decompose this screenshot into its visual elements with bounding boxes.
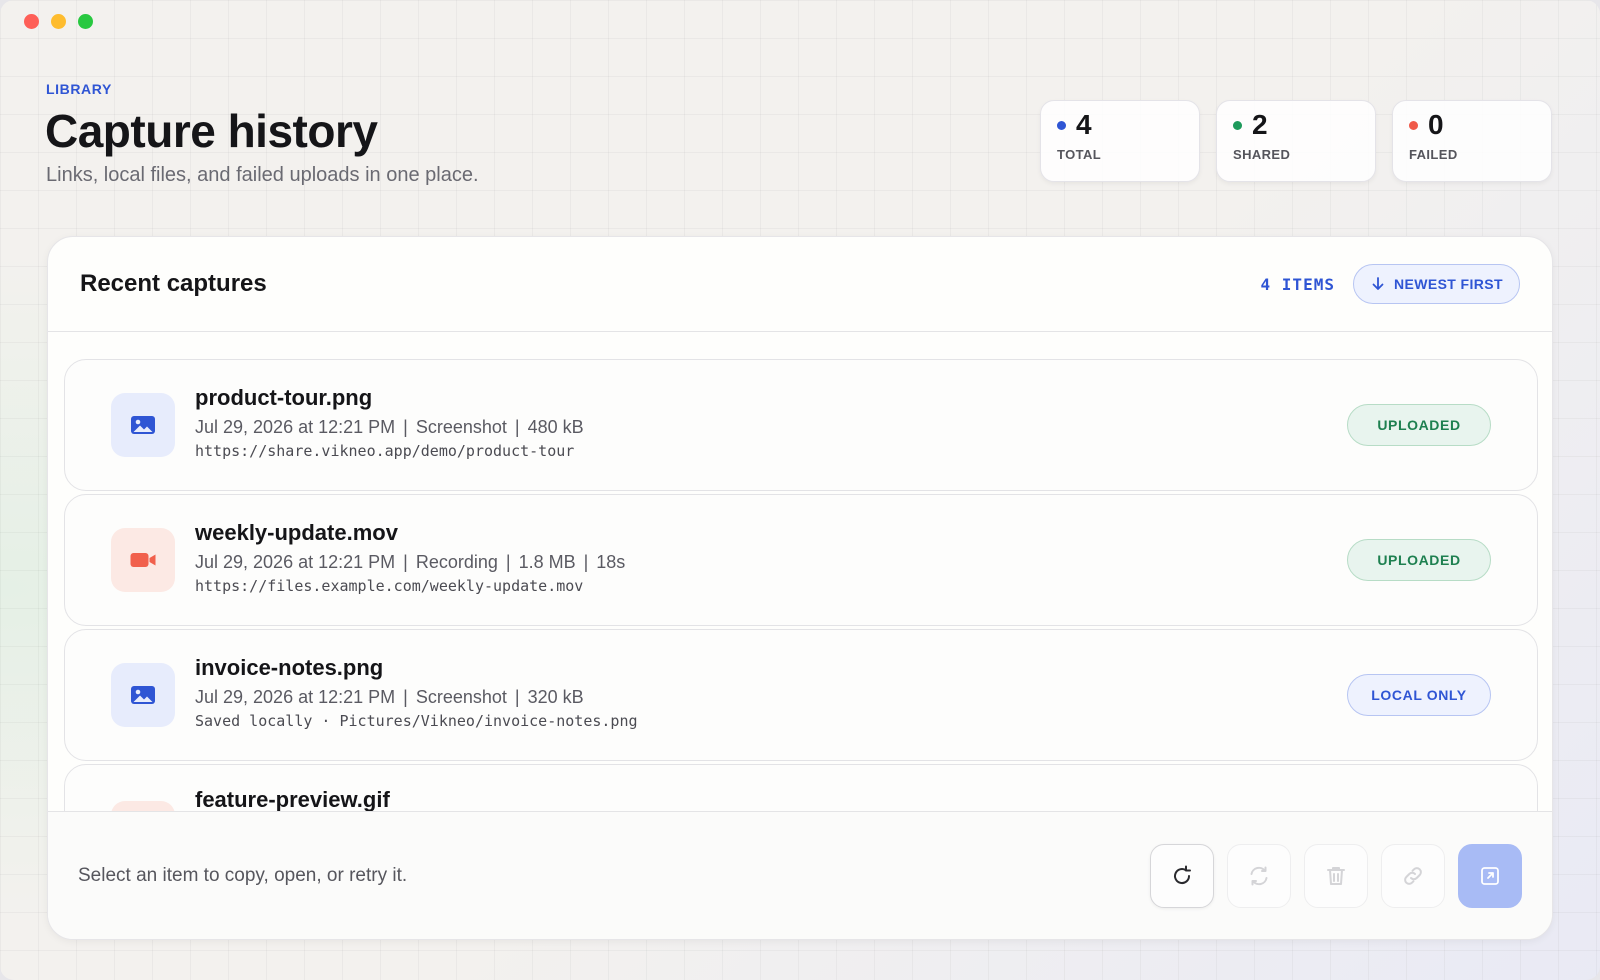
stats-cards: 4 TOTAL 2 SHARED 0 FAILED <box>1040 100 1552 182</box>
video-icon <box>130 553 156 567</box>
captures-list[interactable]: product-tour.png Jul 29, 2026 at 12:21 P… <box>64 359 1538 815</box>
capture-date: Jul 29, 2026 at 12:21 PM <box>195 416 396 437</box>
capture-date: Jul 29, 2026 at 12:21 PM <box>195 686 396 707</box>
capture-name: weekly-update.mov <box>195 519 398 545</box>
stat-value: 2 <box>1252 109 1268 140</box>
refresh-icon <box>1174 865 1191 884</box>
footer-hint: Select an item to copy, open, or retry i… <box>78 864 408 886</box>
section-eyebrow: LIBRARY <box>46 81 112 97</box>
page-title: Capture history <box>45 105 378 157</box>
thumbnail <box>111 663 175 727</box>
capture-kind: Recording <box>415 551 498 572</box>
items-count: 4 ITEMS <box>1260 274 1335 294</box>
status-badge: LOCAL ONLY <box>1347 674 1491 716</box>
refresh-button[interactable] <box>1150 843 1214 908</box>
retry-icon <box>1250 866 1268 885</box>
capture-meta: Jul 29, 2026 at 12:21 PM | Screenshot | 320 … <box>195 686 584 707</box>
image-icon <box>131 416 155 434</box>
open-external-icon <box>1481 866 1499 885</box>
capture-link: Saved locally · Pictures/Vikneo/invoice-… <box>195 711 638 730</box>
open-button[interactable] <box>1458 843 1522 908</box>
stat-card-total: 4 TOTAL <box>1040 100 1200 182</box>
panel-title: Recent captures <box>80 270 267 297</box>
capture-size: 480 kB <box>527 416 584 437</box>
capture-name: product-tour.png <box>195 384 373 410</box>
capture-meta: Jul 29, 2026 at 12:21 PM | Screenshot | 480 … <box>195 416 584 437</box>
zoom-window-button[interactable] <box>78 14 93 29</box>
capture-name: invoice-notes.png <box>195 654 384 680</box>
minimize-window-button[interactable] <box>51 14 66 29</box>
status-dot-icon <box>1057 120 1066 130</box>
image-icon <box>131 686 155 704</box>
delete-button[interactable] <box>1304 843 1368 908</box>
capture-row[interactable]: invoice-notes.png Jul 29, 2026 at 12:21 … <box>64 629 1538 761</box>
capture-size: 320 kB <box>527 686 584 707</box>
stat-value: 4 <box>1076 109 1092 140</box>
stat-card-shared: 2 SHARED <box>1216 100 1376 182</box>
thumbnail <box>111 393 175 457</box>
panel-footer: Select an item to copy, open, or retry i… <box>48 811 1552 939</box>
status-badge: UPLOADED <box>1347 539 1491 581</box>
capture-row[interactable]: feature-preview.gif <box>64 764 1538 815</box>
page-subtitle: Links, local files, and failed uploads i… <box>46 164 479 186</box>
action-toolbar <box>1150 843 1522 908</box>
stat-value: 0 <box>1428 109 1444 140</box>
stat-label: TOTAL <box>1057 147 1102 162</box>
capture-kind: Screenshot <box>415 416 507 437</box>
copy-link-button[interactable] <box>1381 843 1445 908</box>
status-dot-icon <box>1233 120 1242 130</box>
capture-meta: Jul 29, 2026 at 12:21 PM | Recording | 1.8 M… <box>195 551 626 572</box>
stat-label: SHARED <box>1233 147 1291 162</box>
close-window-button[interactable] <box>24 14 39 29</box>
arrow-down-icon <box>1372 277 1384 290</box>
panel-header: Recent captures 4 ITEMS NEWEST FIRST <box>48 237 1552 332</box>
trash-icon <box>1327 866 1345 885</box>
capture-date: Jul 29, 2026 at 12:21 PM <box>195 551 396 572</box>
capture-name: feature-preview.gif <box>195 787 390 812</box>
capture-link: https://share.vikneo.app/demo/product-to… <box>195 441 575 460</box>
sort-order-label: NEWEST FIRST <box>1393 276 1503 292</box>
retry-button[interactable] <box>1227 843 1291 908</box>
capture-link: https://files.example.com/weekly-update.… <box>195 576 584 595</box>
status-badge: UPLOADED <box>1347 404 1491 446</box>
capture-kind: Screenshot <box>415 686 507 707</box>
stat-label: FAILED <box>1409 147 1458 162</box>
capture-row[interactable]: weekly-update.mov Jul 29, 2026 at 12:21 … <box>64 494 1538 626</box>
window-controls <box>24 14 93 29</box>
capture-duration: 18s <box>596 551 626 572</box>
app-window: LIBRARY Capture history Links, local fil… <box>0 0 1600 980</box>
link-icon <box>1404 866 1422 885</box>
captures-panel: Recent captures 4 ITEMS NEWEST FIRST pro… <box>47 236 1553 940</box>
capture-size: 1.8 MB <box>518 551 576 572</box>
thumbnail <box>111 528 175 592</box>
status-dot-icon <box>1409 120 1418 130</box>
stat-card-failed: 0 FAILED <box>1392 100 1552 182</box>
capture-row[interactable]: product-tour.png Jul 29, 2026 at 12:21 P… <box>64 359 1538 491</box>
sort-order-button[interactable]: NEWEST FIRST <box>1352 264 1520 304</box>
